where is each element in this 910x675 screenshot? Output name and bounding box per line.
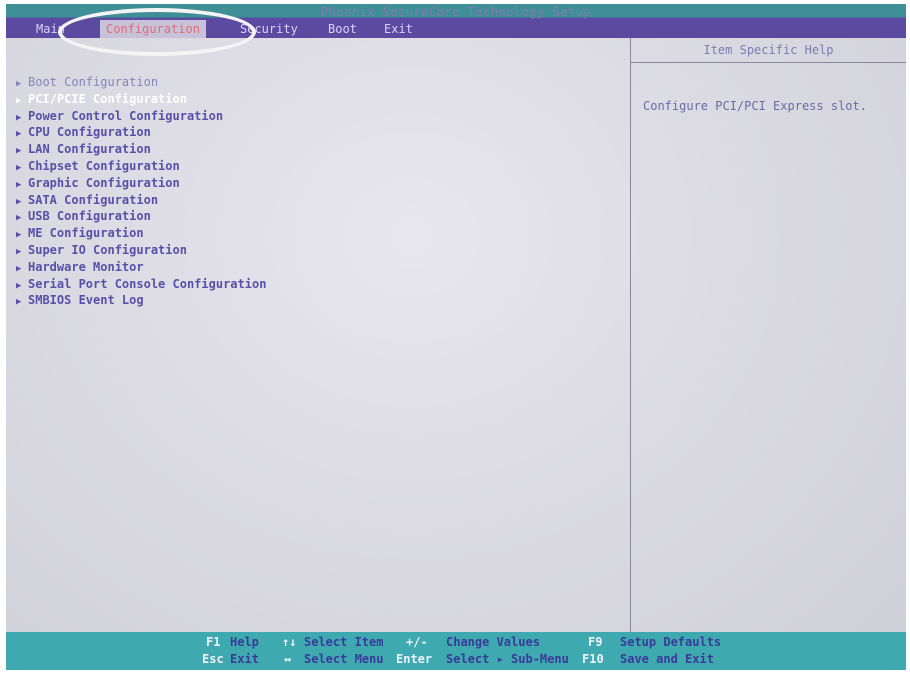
- menu-security[interactable]: Security: [234, 20, 304, 38]
- menu-main[interactable]: Main: [30, 20, 71, 38]
- key-f9-desc: Setup Defaults: [620, 635, 722, 649]
- menu-entry-me-configuration[interactable]: ▶ ME Configuration: [16, 225, 266, 242]
- key-esc: Esc: [202, 652, 224, 666]
- menu-entry-boot-configuration[interactable]: ▶ Boot Configuration: [16, 74, 266, 91]
- menu-entry-usb-configuration[interactable]: ▶ USB Configuration: [16, 208, 266, 225]
- key-esc-desc: Exit: [230, 652, 259, 666]
- menu-entry-smbios-event-log[interactable]: ▶ SMBIOS Event Log: [16, 292, 266, 309]
- footer-bar: F1 Help ↑↓ Select Item +/- Change Values…: [6, 632, 906, 670]
- menu-entry-cpu-configuration[interactable]: ▶ CPU Configuration: [16, 124, 266, 141]
- header-bar: Phoenix SecureCore Technology Setup Main…: [6, 4, 906, 38]
- key-enter-desc: Select ▸ Sub-Menu: [446, 652, 569, 666]
- menu-entry-pci-pcie-configuration[interactable]: ▶ PCI/PCIE Configuration: [16, 91, 266, 108]
- key-f10: F10: [582, 652, 604, 666]
- triangle-right-icon: ▶: [16, 297, 22, 308]
- key-plus-minus-desc: Change Values: [446, 635, 540, 649]
- key-f1: F1: [206, 635, 221, 649]
- menu-entry-chipset-configuration[interactable]: ▶ Chipset Configuration: [16, 158, 266, 175]
- menu-entry-power-control-configuration[interactable]: ▶ Power Control Configuration: [16, 108, 266, 125]
- menu-entry-serial-port-console-configuration[interactable]: ▶ Serial Port Console Configuration: [16, 276, 266, 293]
- help-panel: Item Specific Help Configure PCI/PCI Exp…: [631, 38, 906, 632]
- menu-entry-super-io-configuration[interactable]: ▶ Super IO Configuration: [16, 242, 266, 259]
- menu-entry-sata-configuration[interactable]: ▶ SATA Configuration: [16, 192, 266, 209]
- menu-entry-graphic-configuration[interactable]: ▶ Graphic Configuration: [16, 175, 266, 192]
- menu-configuration[interactable]: Configuration: [100, 20, 206, 38]
- app-title: Phoenix SecureCore Technology Setup: [320, 5, 592, 19]
- bios-screen: Phoenix SecureCore Technology Setup Main…: [6, 4, 906, 670]
- menu-entry-lan-configuration[interactable]: ▶ LAN Configuration: [16, 141, 266, 158]
- key-left-right: ↔: [284, 652, 292, 666]
- key-f9: F9: [588, 635, 603, 649]
- help-text: Configure PCI/PCI Express slot.: [643, 99, 867, 113]
- config-menu-list: ▶ Boot Configuration ▶ PCI/PCIE Configurat…: [16, 74, 266, 309]
- menu-bar: Main Configuration Security Boot Exit: [6, 20, 906, 38]
- menu-boot[interactable]: Boot: [322, 20, 363, 38]
- key-up-down-desc: Select Item: [304, 635, 384, 649]
- main-panel: ▶ Boot Configuration ▶ PCI/PCIE Configurat…: [6, 38, 631, 632]
- key-left-right-desc: Select Menu: [304, 652, 384, 666]
- key-plus-minus: +/-: [406, 635, 428, 649]
- key-enter: Enter: [396, 652, 433, 666]
- footer-row-1: F1 Help ↑↓ Select Item +/- Change Values…: [6, 634, 906, 651]
- key-f1-desc: Help: [230, 635, 259, 649]
- key-f10-desc: Save and Exit: [620, 652, 714, 666]
- key-up-down: ↑↓: [282, 635, 297, 649]
- help-header: Item Specific Help: [631, 38, 906, 63]
- footer-row-2: Esc Exit ↔ Select Menu Enter Select ▸ Su…: [6, 651, 906, 668]
- menu-entry-hardware-monitor[interactable]: ▶ Hardware Monitor: [16, 259, 266, 276]
- menu-exit[interactable]: Exit: [378, 20, 419, 38]
